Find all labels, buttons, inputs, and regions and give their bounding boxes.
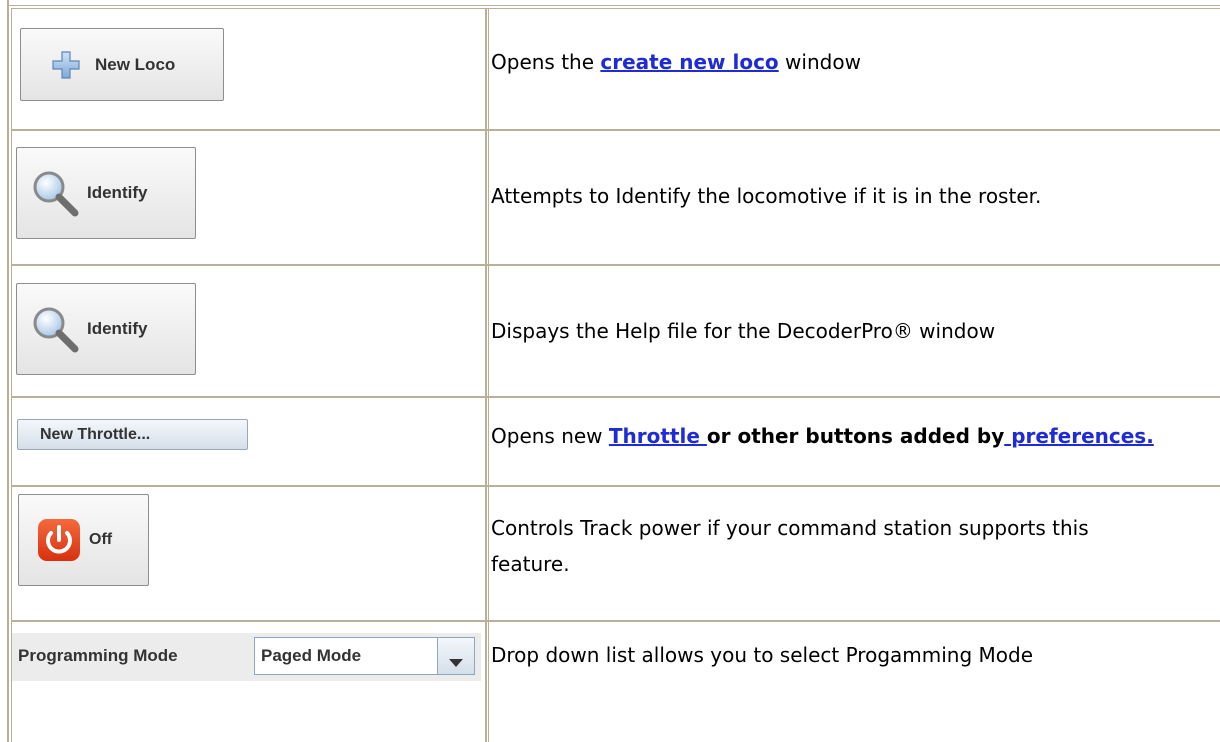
column-divider: [485, 8, 487, 742]
row-1-description: Opens the create new loco window: [491, 50, 861, 74]
dropdown-arrow-icon: [449, 652, 463, 667]
row-2-description: Attempts to Identify the locomotive if i…: [491, 184, 1042, 208]
identify-help-button[interactable]: Identify: [16, 283, 196, 375]
row-divider: [11, 396, 1220, 398]
programming-mode-panel: Programming Mode Paged Mode: [12, 633, 481, 681]
plus-icon: [51, 50, 81, 80]
table-border-left-inner: [11, 8, 12, 742]
power-off-label: Off: [89, 531, 113, 548]
programming-mode-value: Paged Mode: [261, 646, 362, 665]
new-throttle-label: New Throttle...: [40, 425, 151, 443]
new-loco-button[interactable]: New Loco: [20, 28, 224, 101]
row-4-description: Opens new Throttle or other buttons adde…: [491, 424, 1154, 448]
identify-button[interactable]: Identify: [16, 147, 196, 239]
row-6-description: Drop down list allows you to select Prog…: [491, 643, 1034, 667]
dropdown-button[interactable]: [437, 638, 474, 674]
row-3-description: Dispays the Help file for the DecoderPro…: [491, 319, 996, 343]
new-loco-label: New Loco: [95, 54, 176, 74]
table-border-top-inner: [11, 8, 1220, 9]
identify-label: Identify: [87, 183, 148, 202]
row-divider: [11, 264, 1220, 266]
row-5-description: Controls Track power if your command sta…: [491, 516, 1089, 576]
power-icon: [37, 518, 81, 562]
identify-help-label: Identify: [87, 319, 148, 338]
row-divider: [11, 129, 1220, 131]
table-border-top: [7, 5, 1220, 6]
table-border-left: [7, 0, 9, 742]
throttle-link[interactable]: Throttle: [609, 424, 707, 448]
programming-mode-label: Programming Mode: [18, 646, 178, 665]
preferences-link[interactable]: preferences.: [1004, 424, 1154, 448]
new-throttle-button[interactable]: New Throttle...: [17, 419, 248, 450]
column-divider-inner: [488, 8, 489, 742]
row-divider: [11, 485, 1220, 487]
programming-mode-select[interactable]: Paged Mode: [254, 637, 475, 675]
magnifier-icon: [31, 169, 79, 217]
create-new-loco-link[interactable]: create new loco: [600, 50, 778, 74]
row-divider: [11, 620, 1220, 622]
track-power-button[interactable]: Off: [18, 494, 149, 586]
magnifier-icon: [31, 305, 79, 353]
